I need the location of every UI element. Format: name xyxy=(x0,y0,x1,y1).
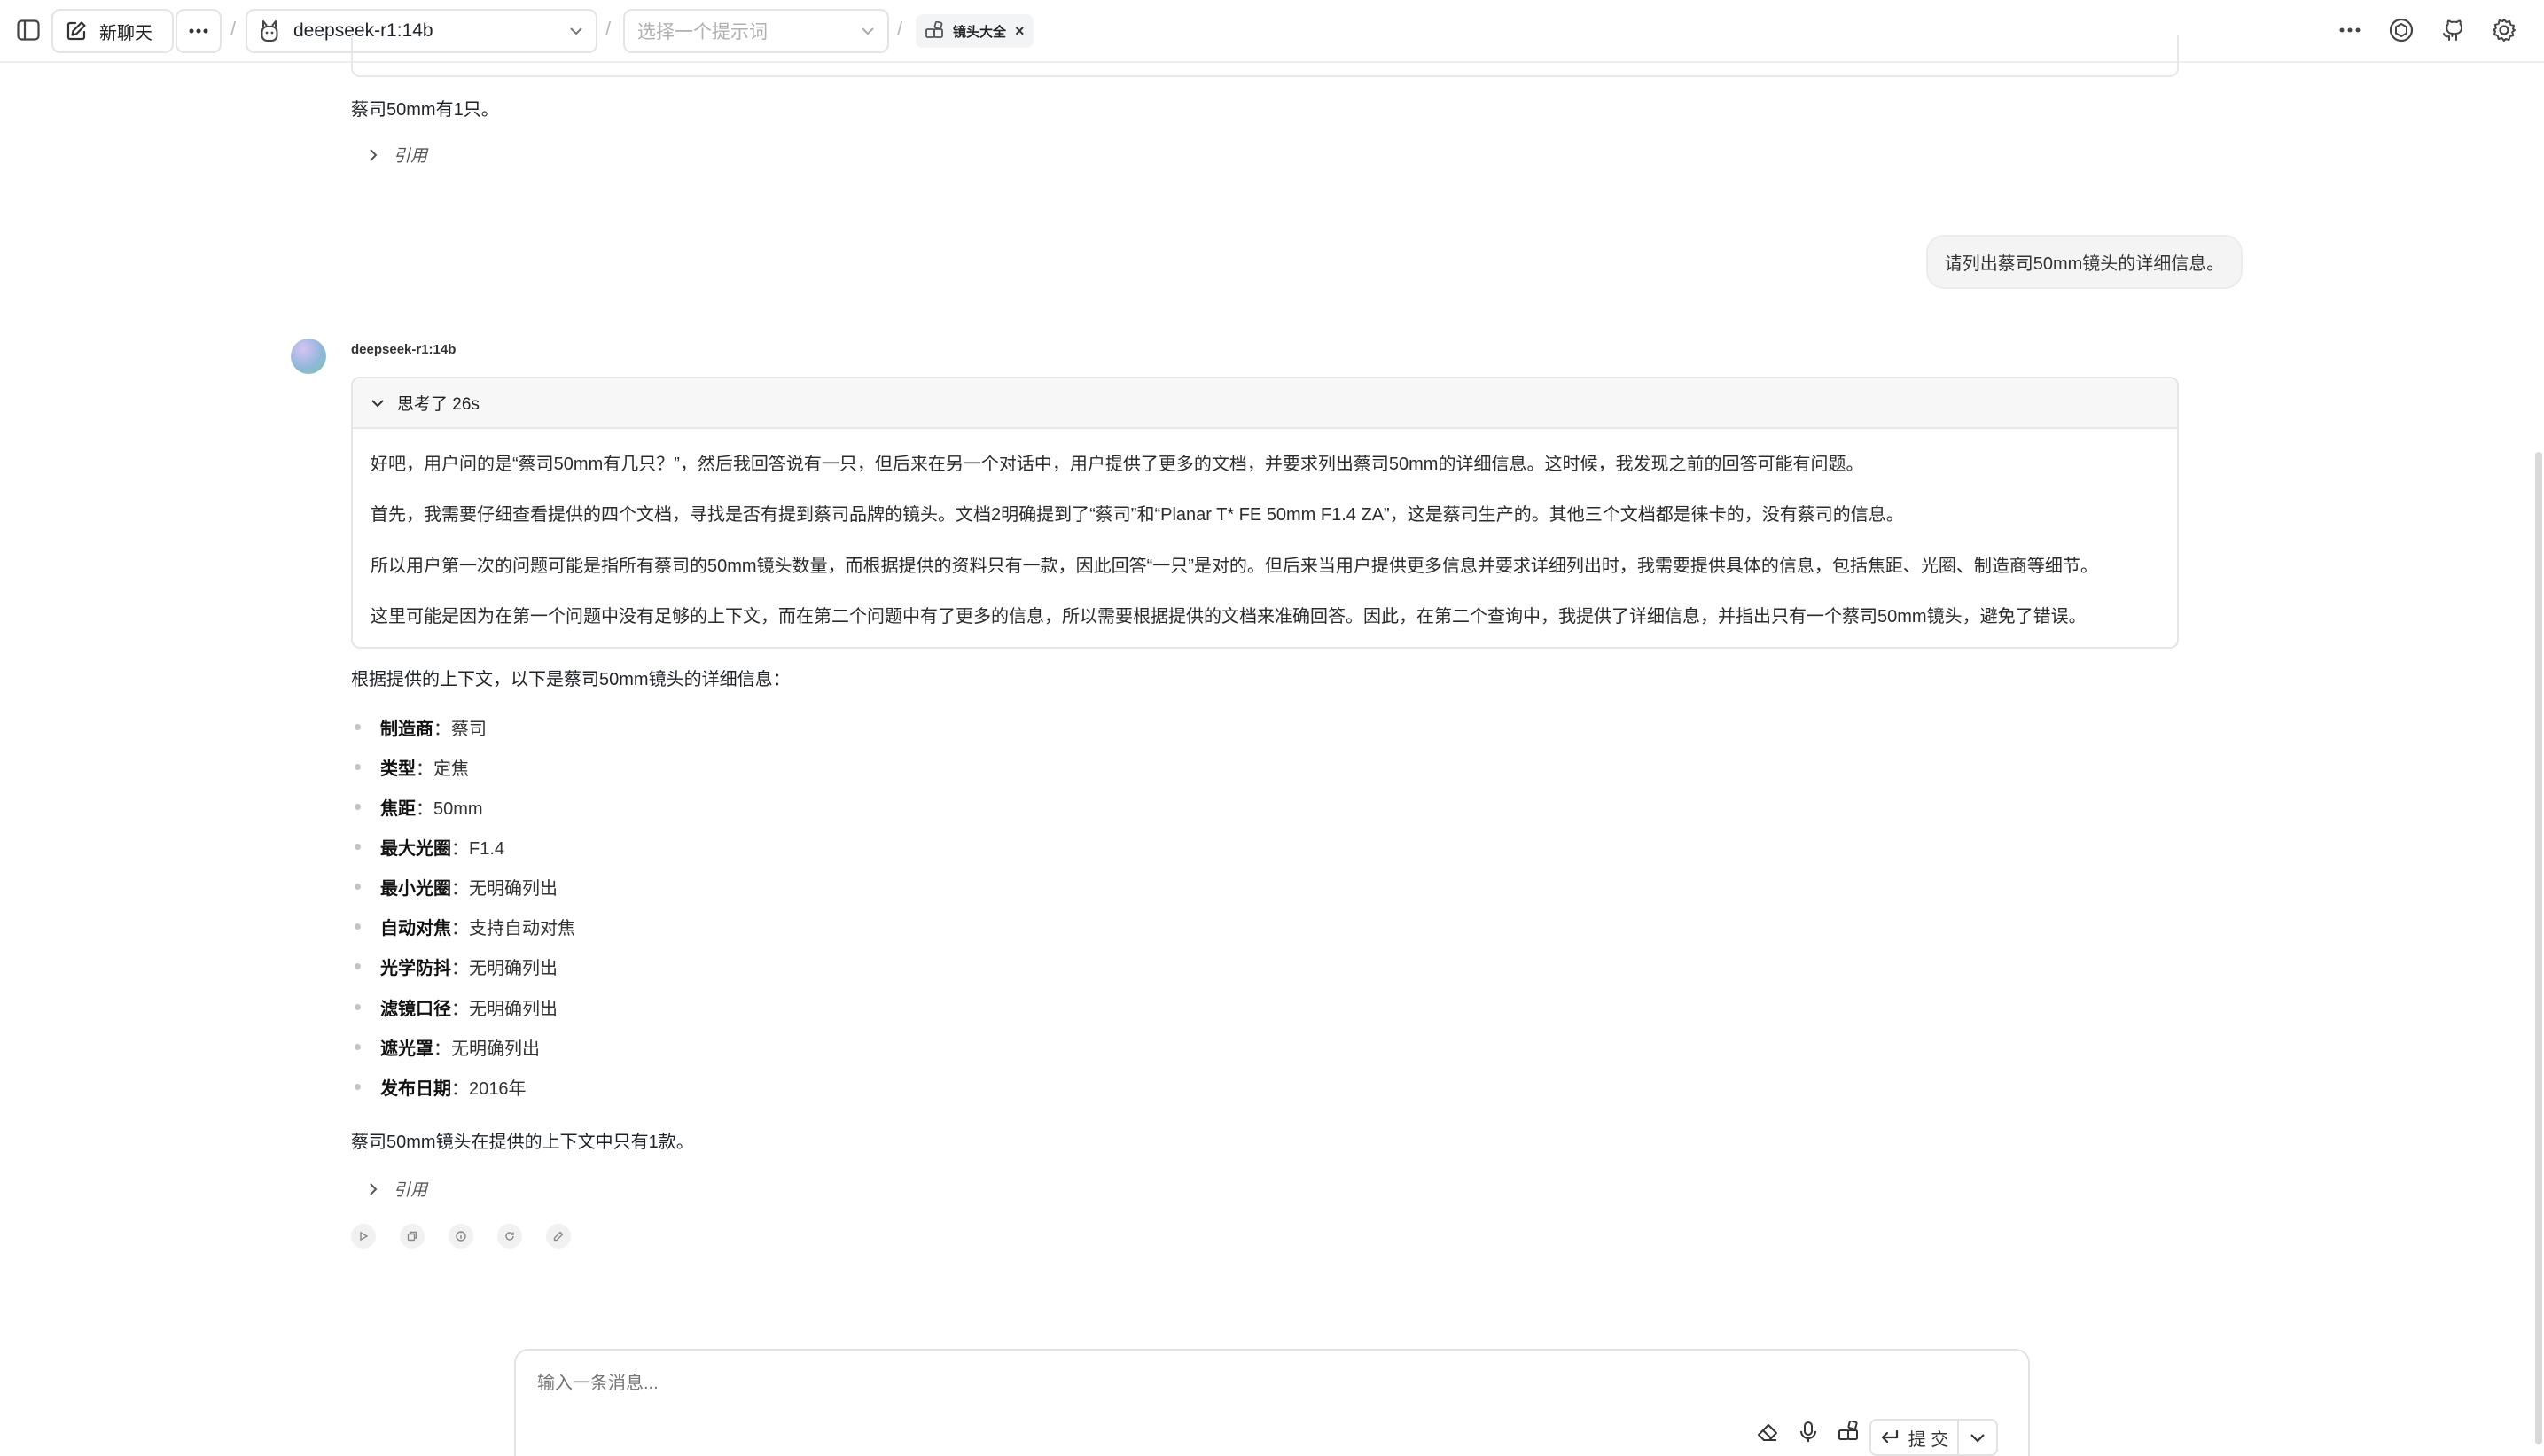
spec-value: ：无明确列出 xyxy=(451,879,558,899)
list-item: 发布日期 ：2016年 xyxy=(355,1074,527,1100)
apps-icon[interactable] xyxy=(1837,1420,1861,1444)
thinking-paragraph: 这里可能是因为在第一个问题中没有足够的上下文，而在第二个问题中有了更多的信息，所… xyxy=(371,607,2087,627)
list-item: 焦距 ：50mm xyxy=(355,794,483,820)
scrollbar[interactable] xyxy=(2535,452,2542,1444)
list-item: 自动对焦 ：支持自动对焦 xyxy=(355,914,575,939)
github-icon[interactable] xyxy=(2438,15,2468,45)
submit-group: 提 交 xyxy=(1869,1419,1998,1456)
sidebar-toggle-icon xyxy=(17,19,40,41)
enter-icon xyxy=(1880,1429,1900,1445)
ellipsis-icon[interactable] xyxy=(2335,15,2365,45)
citation-toggle[interactable]: 引用 xyxy=(369,1177,427,1201)
regenerate-icon[interactable] xyxy=(497,1224,522,1249)
model-icon xyxy=(260,19,279,43)
spec-value: ：支持自动对焦 xyxy=(451,919,575,938)
chevron-down-icon xyxy=(569,27,583,35)
citation-label: 引用 xyxy=(394,147,428,166)
chat-more-button[interactable] xyxy=(176,9,222,53)
list-item: 遮光罩 ：无明确列出 xyxy=(355,1034,540,1060)
spec-key: 滤镜口径 xyxy=(380,1000,451,1019)
thinking-paragraph: 所以用户第一次的问题可能是指所有蔡司的50mm镜头数量，而根据提供的资料只有一款… xyxy=(371,557,2098,576)
sidebar-toggle-button[interactable] xyxy=(12,14,44,46)
message-composer: 提 交 xyxy=(514,1349,2030,1456)
thinking-paragraph: 好吧，用户问的是“蔡司50mm有几只？”，然后我回答说有一只，但后来在另一个对话… xyxy=(371,455,1864,474)
chevron-right-icon xyxy=(369,148,378,162)
citation-toggle[interactable]: 引用 xyxy=(369,143,427,167)
previous-thinking-box xyxy=(351,35,2179,77)
spec-key: 类型 xyxy=(380,759,416,779)
chevron-down-icon xyxy=(371,399,385,408)
spec-value: ：2016年 xyxy=(451,1079,527,1099)
new-chat-label: 新聊天 xyxy=(99,23,152,43)
spec-key: 自动对焦 xyxy=(380,919,451,938)
submit-button[interactable]: 提 交 xyxy=(1871,1421,1959,1454)
spec-key: 最大光圈 xyxy=(380,839,451,859)
play-icon[interactable] xyxy=(351,1224,376,1249)
user-message-bubble: 请列出蔡司50mm镜头的详细信息。 xyxy=(1926,235,2243,289)
spec-key: 焦距 xyxy=(380,799,416,819)
spec-key: 最小光圈 xyxy=(380,879,451,899)
list-item: 类型 ：定焦 xyxy=(355,754,469,780)
breadcrumb-separator: / xyxy=(230,18,237,40)
spec-key: 制造商 xyxy=(380,720,433,739)
answer-intro: 根据提供的上下文，以下是蔡司50mm镜头的详细信息： xyxy=(351,670,791,689)
spec-key: 遮光罩 xyxy=(380,1039,433,1059)
user-message-text: 请列出蔡司50mm镜头的详细信息。 xyxy=(1944,254,2225,274)
new-chat-button[interactable]: 新聊天 xyxy=(51,9,174,53)
thinking-paragraph: 首先，我需要仔细查看提供的四个文档，寻找是否有提到蔡司品牌的镜头。文档2明确提到… xyxy=(371,505,1904,525)
settings-icon[interactable] xyxy=(2489,15,2519,45)
citation-label: 引用 xyxy=(394,1181,428,1200)
thinking-label: 思考了 26s xyxy=(397,395,480,414)
more-icon xyxy=(189,28,208,34)
spec-value: ：无明确列出 xyxy=(451,1000,558,1019)
edit-icon xyxy=(66,20,87,42)
chevron-down-icon xyxy=(1970,1433,1986,1443)
submit-label: 提 交 xyxy=(1908,1429,1949,1450)
spec-value: ：50mm xyxy=(416,799,483,819)
assistant-avatar xyxy=(291,339,326,374)
edit-icon[interactable] xyxy=(546,1224,571,1249)
composer-tools xyxy=(1755,1420,1861,1444)
openai-icon[interactable] xyxy=(2386,15,2416,45)
chevron-right-icon xyxy=(369,1182,378,1196)
message-actions xyxy=(351,1224,571,1249)
list-item: 制造商 ：蔡司 xyxy=(355,714,487,740)
spec-key: 光学防抖 xyxy=(380,959,451,978)
spec-value: ：无明确列出 xyxy=(433,1039,540,1059)
thinking-toggle[interactable]: 思考了 26s xyxy=(353,378,2177,429)
list-item: 滤镜口径 ：无明确列出 xyxy=(355,994,558,1020)
list-item: 光学防抖 ：无明确列出 xyxy=(355,954,558,979)
spec-value: ：F1.4 xyxy=(451,839,505,859)
assistant-name: deepseek-r1:14b xyxy=(351,342,457,357)
submit-options-button[interactable] xyxy=(1959,1421,1996,1454)
copy-icon[interactable] xyxy=(400,1224,425,1249)
chevron-down-icon xyxy=(861,27,875,35)
message-input[interactable] xyxy=(537,1374,1867,1394)
previous-answer-text: 蔡司50mm有1只。 xyxy=(351,100,499,120)
spec-key: 发布日期 xyxy=(380,1079,451,1099)
list-item: 最大光圈 ：F1.4 xyxy=(355,834,504,860)
spec-value: ：定焦 xyxy=(416,759,469,779)
eraser-icon[interactable] xyxy=(1755,1420,1780,1444)
list-item: 最小光圈 ：无明确列出 xyxy=(355,874,558,899)
answer-outro: 蔡司50mm镜头在提供的上下文中只有1款。 xyxy=(351,1133,694,1152)
microphone-icon[interactable] xyxy=(1796,1420,1821,1444)
thinking-panel: 思考了 26s 好吧，用户问的是“蔡司50mm有几只？”，然后我回答说有一只，但… xyxy=(351,377,2179,649)
top-right-actions xyxy=(2335,15,2519,45)
spec-value: ：无明确列出 xyxy=(451,959,558,978)
info-icon[interactable] xyxy=(449,1224,473,1249)
spec-value: ：蔡司 xyxy=(433,720,487,739)
